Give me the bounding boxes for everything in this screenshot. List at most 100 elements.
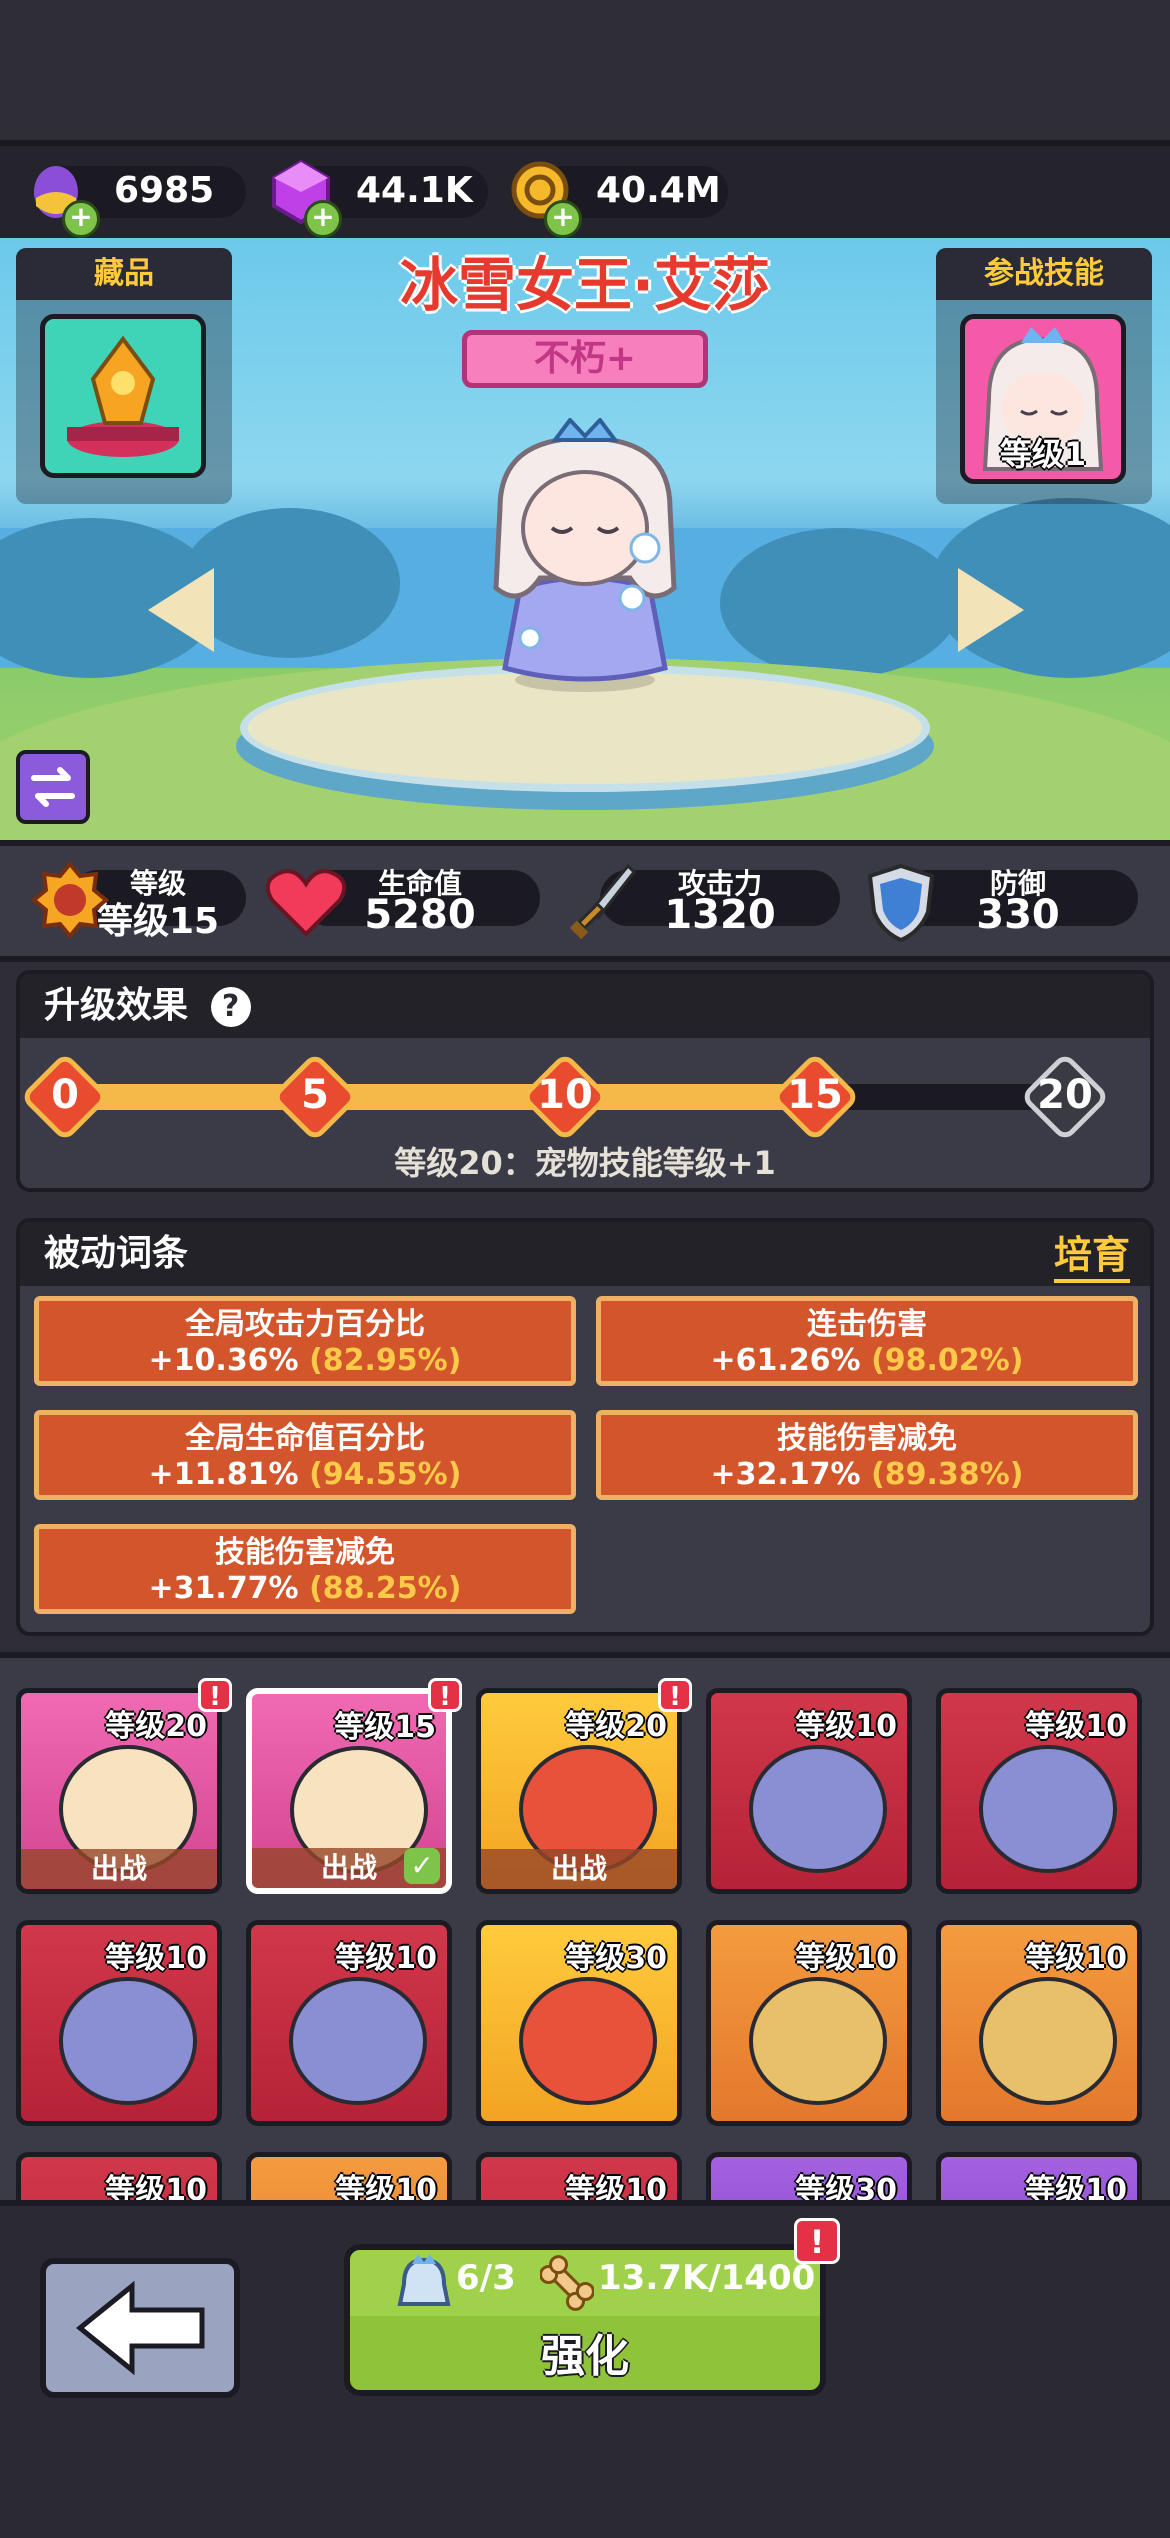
- back-arrow-icon: [76, 2280, 205, 2376]
- affix-roll-percent: (82.95%): [309, 1343, 462, 1378]
- affix-bonus: +32.17%: [710, 1457, 872, 1492]
- affix-bonus: +11.81%: [148, 1457, 310, 1492]
- pet-portrait: [59, 1977, 197, 2105]
- pet-card[interactable]: 等级10: [706, 1920, 912, 2126]
- pet-card[interactable]: 等级10: [476, 2152, 682, 2206]
- enhance-label: 强化: [541, 2331, 629, 2382]
- pet-level: 等级10: [795, 1709, 897, 1744]
- hero-showcase: 藏品 参战技能 等级1 冰雪女王·艾莎 不朽+: [0, 238, 1170, 840]
- pet-card[interactable]: 等级10: [246, 1920, 452, 2126]
- pet-card[interactable]: 等级20 出战: [476, 1688, 682, 1894]
- arrow-right-icon: [958, 568, 1024, 652]
- plus-icon: +: [544, 200, 582, 238]
- enhance-cost-row: 6/3 13.7K/1400: [350, 2250, 820, 2316]
- shard-count: 6/3: [456, 2258, 516, 2298]
- pet-level: 等级30: [565, 1941, 667, 1976]
- pet-portrait: [979, 1977, 1117, 2105]
- affix-item: 全局攻击力百分比 +10.36% (82.95%): [34, 1296, 576, 1386]
- upgrade-effect-panel: 升级效果 ? 0 5 10 15 20 等级20：宠物技能等级+1: [16, 970, 1154, 1192]
- pet-grid: 等级20 出战! 等级15 出战 ✓! 等级20 出战! 等级10 等级10 等级10 等级10 等级…: [0, 1652, 1170, 2206]
- pet-card[interactable]: 等级10: [936, 2152, 1142, 2206]
- pet-level: 等级10: [335, 1941, 437, 1976]
- level-badge-icon: [30, 860, 110, 940]
- hero-name: 冰雪女王·艾莎: [399, 251, 771, 319]
- back-button[interactable]: [40, 2258, 240, 2398]
- affix-item: 技能伤害减免 +32.17% (89.38%): [596, 1410, 1138, 1500]
- upgrade-effect-header: 升级效果 ?: [20, 974, 1150, 1038]
- pet-level: 等级15: [334, 1710, 436, 1745]
- pet-portrait: [289, 1977, 427, 2105]
- gem-count: 44.1K: [356, 170, 473, 211]
- affix-bonus: +10.36%: [148, 1343, 310, 1378]
- heart-icon: [265, 869, 347, 937]
- upgrade-node-label: 5: [301, 1072, 329, 1118]
- previous-hero-button[interactable]: [148, 568, 214, 652]
- pet-card[interactable]: 等级20 出战: [16, 1688, 222, 1894]
- affix-item: 连击伤害 +61.26% (98.02%): [596, 1296, 1138, 1386]
- pet-card[interactable]: 等级10: [246, 2152, 452, 2206]
- hero-stats: 等级 等级15 生命值 5280 攻击力 1320 防御 330: [0, 840, 1170, 962]
- pet-card[interactable]: 等级10: [936, 1688, 1142, 1894]
- upgrade-node-label: 10: [537, 1072, 593, 1118]
- sword-icon: [569, 863, 636, 940]
- pet-card[interactable]: 等级10: [16, 2152, 222, 2206]
- pet-alert-badge: !: [198, 1678, 232, 1712]
- affix-bonus: +61.26%: [710, 1343, 872, 1378]
- egg-resource[interactable]: + 6985: [34, 166, 246, 238]
- affix-item: 全局生命值百分比 +11.81% (94.55%): [34, 1410, 576, 1500]
- next-hero-button[interactable]: [958, 568, 1024, 652]
- arrow-left-icon: [148, 568, 214, 652]
- shield-icon: [867, 863, 935, 943]
- affix-value: +11.81% (94.55%): [39, 1457, 571, 1493]
- affix-roll-percent: (88.25%): [309, 1571, 462, 1606]
- pet-level: 等级10: [105, 1941, 207, 1976]
- pet-level: 等级10: [795, 1941, 897, 1976]
- swap-button[interactable]: [16, 750, 90, 824]
- pet-card[interactable]: 等级30: [476, 1920, 682, 2126]
- affix-item: 技能伤害减免 +31.77% (88.25%): [34, 1524, 576, 1614]
- enhance-alert-badge: !: [794, 2218, 840, 2264]
- passive-affix-panel: 被动词条 培育 全局攻击力百分比 +10.36% (82.95%) 连击伤害 +61.…: [16, 1218, 1154, 1636]
- affix-name: 技能伤害减免: [215, 1535, 395, 1570]
- cultivate-button[interactable]: 培育: [1053, 1224, 1130, 1283]
- collection-slot[interactable]: [40, 314, 206, 478]
- passive-affix-header: 被动词条: [20, 1222, 1150, 1286]
- plus-icon: +: [62, 200, 100, 238]
- pet-card[interactable]: 等级10: [16, 1920, 222, 2126]
- skill-slot[interactable]: 等级1: [960, 314, 1126, 484]
- affix-value: +61.26% (98.02%): [601, 1343, 1133, 1379]
- resource-bar: + 6985 + 44.1K + 40.4M: [0, 140, 1170, 244]
- battle-skill-label: 参战技能: [936, 248, 1152, 300]
- pet-alert-badge: !: [428, 1678, 462, 1712]
- gem-resource[interactable]: + 44.1K: [272, 159, 488, 238]
- enhance-button[interactable]: 6/3 13.7K/1400 强化: [344, 2244, 826, 2396]
- plus-icon: +: [304, 200, 342, 238]
- egg-count: 6985: [114, 170, 215, 211]
- pet-card[interactable]: 等级10: [706, 1688, 912, 1894]
- affix-roll-percent: (89.38%): [871, 1457, 1024, 1492]
- upgrade-node-label: 0: [51, 1072, 79, 1118]
- affix-name: 技能伤害减免: [777, 1421, 957, 1456]
- affix-name: 全局生命值百分比: [185, 1421, 425, 1456]
- collection-panel[interactable]: 藏品: [16, 248, 232, 504]
- upgrade-effect-title: 升级效果: [44, 985, 189, 1026]
- bone-count: 13.7K/1400: [598, 2258, 816, 2298]
- help-icon[interactable]: ?: [210, 987, 251, 1027]
- pet-card[interactable]: 等级15 出战 ✓: [246, 1688, 452, 1894]
- pet-card[interactable]: 等级30: [706, 2152, 912, 2206]
- affix-roll-percent: (98.02%): [871, 1343, 1024, 1378]
- affix-roll-percent: (94.55%): [309, 1457, 462, 1492]
- pet-alert-badge: !: [658, 1678, 692, 1712]
- hero-character[interactable]: [460, 418, 710, 698]
- bottom-bar: 6/3 13.7K/1400 强化 !: [0, 2200, 1170, 2538]
- pet-level: 等级10: [1025, 1941, 1127, 1976]
- checkmark-icon: ✓: [404, 1848, 440, 1884]
- pet-portrait: [749, 1745, 887, 1873]
- pet-card[interactable]: 等级10: [936, 1920, 1142, 2126]
- coin-resource[interactable]: + 40.4M: [511, 161, 728, 238]
- pet-portrait: [749, 1977, 887, 2105]
- battle-skill-panel[interactable]: 参战技能 等级1: [936, 248, 1152, 504]
- affix-value: +31.77% (88.25%): [39, 1571, 571, 1607]
- trophy-icon: [67, 335, 179, 457]
- pet-level: 等级20: [565, 1709, 667, 1744]
